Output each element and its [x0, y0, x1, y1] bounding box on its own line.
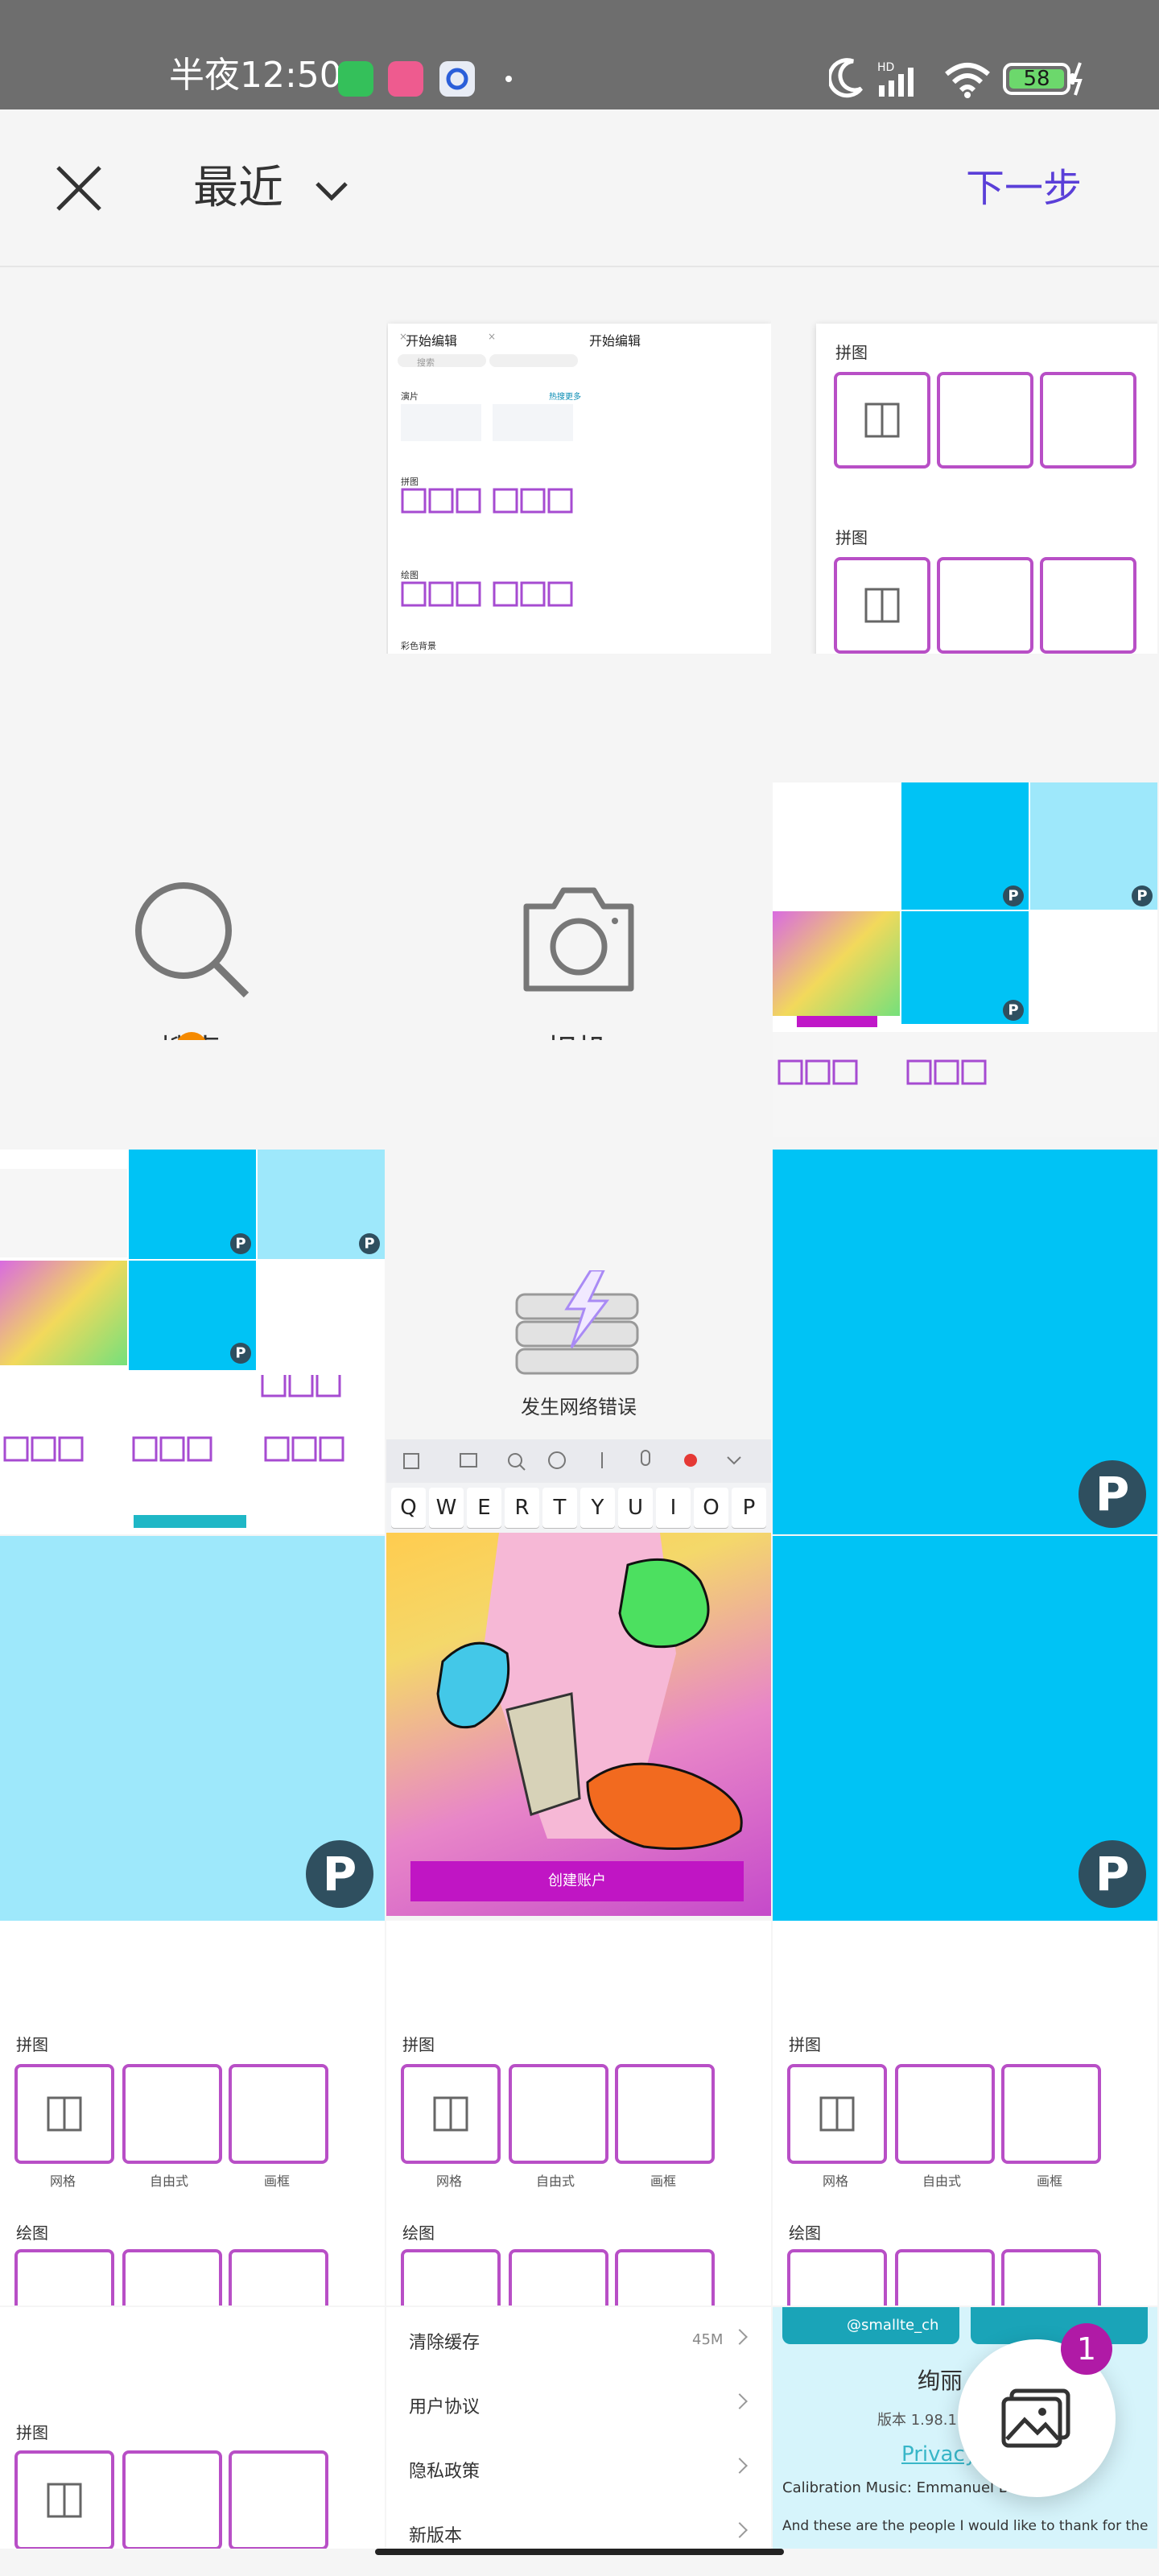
camera-icon [523, 887, 634, 992]
close-icon [56, 166, 101, 211]
photo-thumbnail[interactable]: P P P [0, 1150, 385, 1534]
settings-row-label: 新版本 [409, 2526, 463, 2546]
next-step-button[interactable]: 下一步 [966, 163, 1082, 214]
photo-thumbnail[interactable]: 拼图 网格 自由式 画框 绘图 [0, 1921, 385, 2306]
network-type-label: HD [877, 61, 894, 74]
editor-title: 开始编辑 [589, 333, 641, 349]
about-title: 绚丽 [918, 2368, 963, 2394]
camera-tile[interactable]: 相机 [386, 655, 771, 1040]
editor-screenshot: × × 开始编辑 开始编辑 搜索 演片 热搜更多 拼图 绘图 彩色背景 [388, 324, 771, 654]
empty-cell [0, 269, 385, 654]
grid-label: 网格 [823, 2174, 849, 2189]
draw-label: 绘图 [402, 2223, 435, 2243]
app-notification-icon [439, 61, 475, 97]
svg-text:×: × [488, 331, 496, 342]
about-version: 版本 1.98.11 [877, 2412, 967, 2429]
frame-label: 画框 [650, 2174, 677, 2189]
chevron-right-icon [732, 2329, 748, 2345]
grid-label: 网格 [50, 2174, 76, 2189]
photo-thumbnail[interactable]: × × 开始编辑 开始编辑 搜索 演片 热搜更多 拼图 绘图 彩色背景 [386, 269, 771, 654]
keyboard-key: R [505, 1488, 539, 1528]
camera-label: 相机 [546, 1026, 607, 1040]
keyboard-key: Q [391, 1488, 426, 1528]
close-button[interactable] [50, 159, 108, 217]
picker-header: 最近 下一步 [0, 109, 1159, 267]
selected-count-badge: 1 [1061, 2323, 1112, 2375]
frame-label: 画框 [1037, 2174, 1063, 2189]
settings-row-label: 清除缓存 [409, 2333, 481, 2353]
photo-thumbnail[interactable]: 拼图 网格 自由式 画框 绘图 [773, 1921, 1157, 2306]
signal-icon: HD [876, 60, 927, 101]
settings-screenshot[interactable]: 清除缓存 45M 用户协议隐私政策新版本 [386, 2307, 771, 2549]
trending-label: 热搜更多 [549, 393, 581, 402]
collage-screenshot: 拼图 拼图 [816, 324, 1157, 654]
editor-title: 开始编辑 [406, 333, 458, 349]
keyboard-key: O [694, 1488, 728, 1528]
chevron-right-icon [732, 2522, 748, 2538]
photo-thumbnail[interactable]: P [773, 1536, 1157, 1921]
collage-label: 拼图 [835, 343, 868, 362]
freeform-label: 自由式 [150, 2174, 189, 2189]
bilibili-icon [388, 61, 423, 97]
color-label: 彩色背景 [401, 641, 436, 651]
freeform-label: 自由式 [922, 2174, 962, 2189]
wifi-icon [943, 61, 992, 101]
home-indicator[interactable] [375, 2549, 784, 2555]
photo-thumbnail[interactable]: P [0, 1536, 385, 1921]
grid-label: 网格 [436, 2174, 463, 2189]
search-tile[interactable]: 搜索 [0, 655, 385, 1040]
photo-thumbnail[interactable]: 拼图 [0, 2307, 385, 2549]
twitter-button: @smallte_ch [782, 2307, 959, 2344]
network-error-text: 发生网络错误 [521, 1396, 637, 1418]
frame-label: 画框 [264, 2174, 291, 2189]
keyboard-key: P [732, 1488, 766, 1528]
settings-row: 清除缓存 45M [386, 2307, 771, 2372]
settings-row-label: 隐私政策 [409, 2462, 481, 2482]
keyboard-key: U [618, 1488, 653, 1528]
settings-row: 用户协议 [386, 2372, 771, 2436]
chevron-right-icon [732, 2393, 748, 2409]
settings-row-value: 45M [692, 2331, 724, 2348]
battery-level: 58 [1023, 67, 1050, 91]
app-notification-icon [338, 61, 373, 97]
settings-row-label: 用户协议 [409, 2397, 481, 2417]
keyboard-key: W [429, 1488, 464, 1528]
about-thanks: And these are the people I would like to… [782, 2518, 1149, 2534]
status-bar: 半夜12:50 HD 58 [0, 0, 1159, 109]
photo-thumbnail[interactable]: 拼图 网格 自由式 画框 绘图 [386, 1921, 771, 2306]
settings-row: 隐私政策 [386, 2436, 771, 2500]
keyboard-toolbar [386, 1439, 771, 1483]
draw-label: 绘图 [789, 2223, 821, 2243]
photo-thumbnail[interactable]: 发生网络错误 QWERTYUIOP 创建账户 [386, 1150, 771, 1916]
keyboard-key: I [656, 1488, 691, 1528]
fashion-photo: 创建账户 [386, 1533, 771, 1916]
photo-thumbnail[interactable]: P [773, 1150, 1157, 1534]
collage-label: 拼图 [835, 528, 868, 547]
photo-thumbnail[interactable]: P P P [773, 782, 1157, 1137]
screen: 半夜12:50 HD 58 最近 下一步 × × 开始编辑 开始编辑 搜索 演片… [0, 0, 1159, 2576]
keyboard-row: QWERTYUIOP [386, 1483, 771, 1533]
status-time: 半夜12:50 [169, 55, 342, 96]
freeform-label: 自由式 [536, 2174, 575, 2189]
battery-icon: 58 [1003, 61, 1083, 100]
photo-thumbnail[interactable]: 拼图 拼图 [773, 269, 1157, 654]
moon-icon [827, 56, 866, 101]
draw-label: 绘图 [401, 570, 419, 580]
gallery-icon [1001, 2388, 1070, 2448]
network-error-icon [515, 1270, 639, 1375]
keyboard-key: Y [580, 1488, 615, 1528]
settings-row: 新版本 [386, 2500, 771, 2549]
create-account-button: 创建账户 [410, 1861, 744, 1901]
search-placeholder: 搜索 [417, 357, 435, 368]
chevron-right-icon [732, 2458, 748, 2474]
collage-label: 拼图 [401, 477, 419, 487]
keyboard-key: E [467, 1488, 501, 1528]
chevron-down-icon[interactable] [312, 174, 351, 206]
slides-label: 演片 [401, 391, 419, 402]
search-icon [135, 882, 250, 998]
album-selector[interactable]: 最近 [193, 159, 283, 217]
keyboard-key: T [542, 1488, 577, 1528]
draw-label: 绘图 [16, 2223, 48, 2243]
more-notifications-dot [505, 76, 512, 82]
